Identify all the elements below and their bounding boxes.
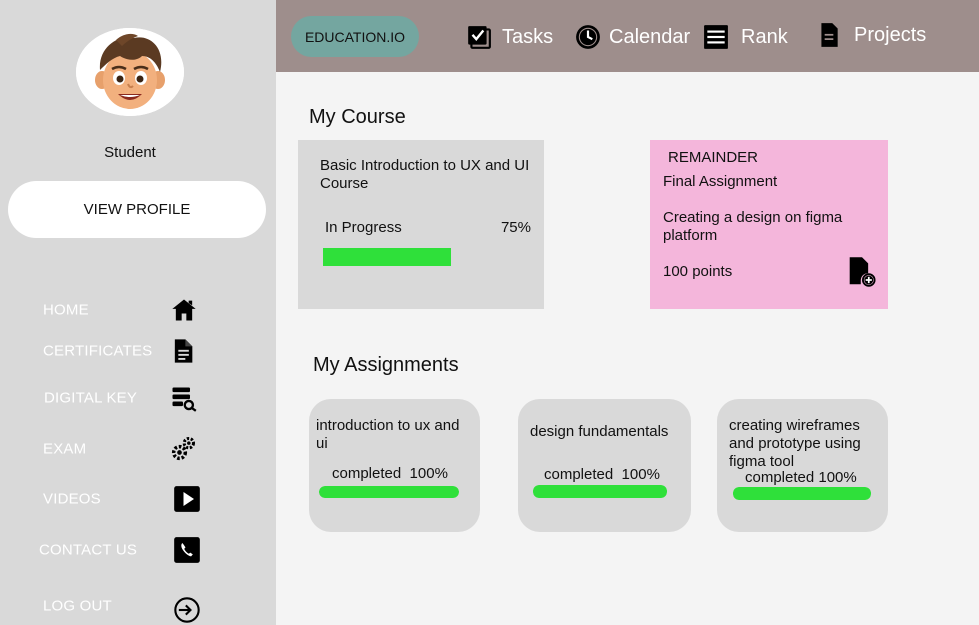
sidebar-item-contact-us[interactable]: CONTACT US bbox=[0, 530, 276, 570]
course-title: Basic Introduction to UX and UI Course bbox=[320, 157, 530, 192]
avatar[interactable] bbox=[76, 28, 184, 116]
sidebar-item-label: CERTIFICATES bbox=[43, 342, 153, 360]
assignment-progress-fill bbox=[733, 487, 871, 500]
nav-projects[interactable]: Projects bbox=[816, 18, 926, 52]
course-percent: 75% bbox=[500, 219, 531, 236]
reminder-card[interactable]: REMAINDER Final Assignment Creating a de… bbox=[650, 140, 888, 309]
sidebar-item-exam[interactable]: EXAM bbox=[0, 429, 276, 469]
nav-tasks[interactable]: Tasks bbox=[466, 20, 553, 54]
nav-rank[interactable]: Rank bbox=[703, 20, 788, 54]
sidebar-item-log-out[interactable]: LOG OUT bbox=[0, 586, 276, 625]
assignment-card[interactable]: design fundamentals completed 100% bbox=[518, 399, 691, 532]
file-icon bbox=[816, 22, 842, 48]
sidebar-item-videos[interactable]: VIDEOS bbox=[0, 479, 276, 519]
assignment-card[interactable]: introduction to ux and ui completed 100% bbox=[309, 399, 480, 532]
assignment-status: completed 100% bbox=[544, 466, 660, 483]
course-progress-fill bbox=[323, 248, 451, 266]
sidebar-item-label: LOG OUT bbox=[43, 597, 112, 615]
topbar: EDUCATION.IO Tasks Calendar Rank Project… bbox=[276, 0, 979, 72]
assignment-status: completed 100% bbox=[332, 465, 448, 482]
home-icon bbox=[169, 295, 199, 325]
course-card[interactable]: Basic Introduction to UX and UI Course I… bbox=[298, 140, 544, 309]
nav-rank-label: Rank bbox=[741, 25, 788, 48]
sidebar-item-label: VIDEOS bbox=[43, 490, 101, 508]
nav-tasks-label: Tasks bbox=[502, 25, 554, 48]
user-role-label: Student bbox=[104, 144, 156, 161]
nav-calendar[interactable]: Calendar bbox=[575, 20, 690, 54]
assignment-progress-bar bbox=[319, 486, 459, 498]
document-icon bbox=[168, 336, 198, 366]
file-add-icon[interactable] bbox=[847, 256, 877, 288]
assignment-status: completed 100% bbox=[745, 469, 857, 486]
list-icon bbox=[703, 24, 729, 50]
checkbox-icon bbox=[466, 24, 492, 50]
clock-icon bbox=[575, 24, 601, 50]
logout-icon bbox=[172, 595, 202, 625]
avatar-image bbox=[76, 28, 184, 116]
sidebar-item-certificates[interactable]: CERTIFICATES bbox=[0, 331, 276, 371]
sidebar-item-label: CONTACT US bbox=[39, 541, 138, 559]
assignment-progress-bar bbox=[733, 487, 871, 500]
course-progress-bar bbox=[323, 248, 451, 266]
gears-icon bbox=[168, 434, 198, 464]
sidebar-item-home[interactable]: HOME bbox=[0, 290, 276, 330]
sidebar-item-label: DIGITAL KEY bbox=[44, 389, 138, 407]
phone-icon bbox=[172, 535, 202, 565]
assignment-title: introduction to ux and ui bbox=[316, 417, 460, 452]
assignment-card[interactable]: creating wireframes and prototype using … bbox=[717, 399, 888, 532]
sidebar-item-label: HOME bbox=[43, 301, 89, 319]
assignment-progress-fill bbox=[533, 485, 667, 498]
nav-projects-label: Projects bbox=[854, 23, 927, 46]
assignment-progress-bar bbox=[533, 485, 667, 498]
sidebar-item-label: EXAM bbox=[43, 440, 87, 458]
course-status: In Progress bbox=[325, 219, 402, 236]
brand-logo-button[interactable]: EDUCATION.IO bbox=[291, 16, 419, 57]
sidebar-item-digital-key[interactable]: DIGITAL KEY bbox=[0, 378, 276, 418]
assignments-section-title: My Assignments bbox=[313, 354, 459, 376]
assignment-title: creating wireframes and prototype using … bbox=[729, 417, 861, 470]
reminder-heading: REMAINDER bbox=[668, 149, 759, 166]
play-icon bbox=[172, 484, 202, 514]
key-document-icon bbox=[168, 383, 198, 413]
assignment-progress-fill bbox=[319, 486, 459, 498]
nav-calendar-label: Calendar bbox=[609, 25, 691, 48]
reminder-points: 100 points bbox=[663, 263, 733, 280]
view-profile-button[interactable]: VIEW PROFILE bbox=[8, 181, 266, 238]
assignment-title: design fundamentals bbox=[530, 423, 669, 440]
reminder-title: Final Assignment bbox=[663, 173, 778, 190]
reminder-description: Creating a design on figma platform bbox=[663, 209, 843, 244]
sidebar: Student VIEW PROFILE HOME CERTIFICATES D… bbox=[0, 0, 276, 625]
course-section-title: My Course bbox=[309, 106, 406, 128]
